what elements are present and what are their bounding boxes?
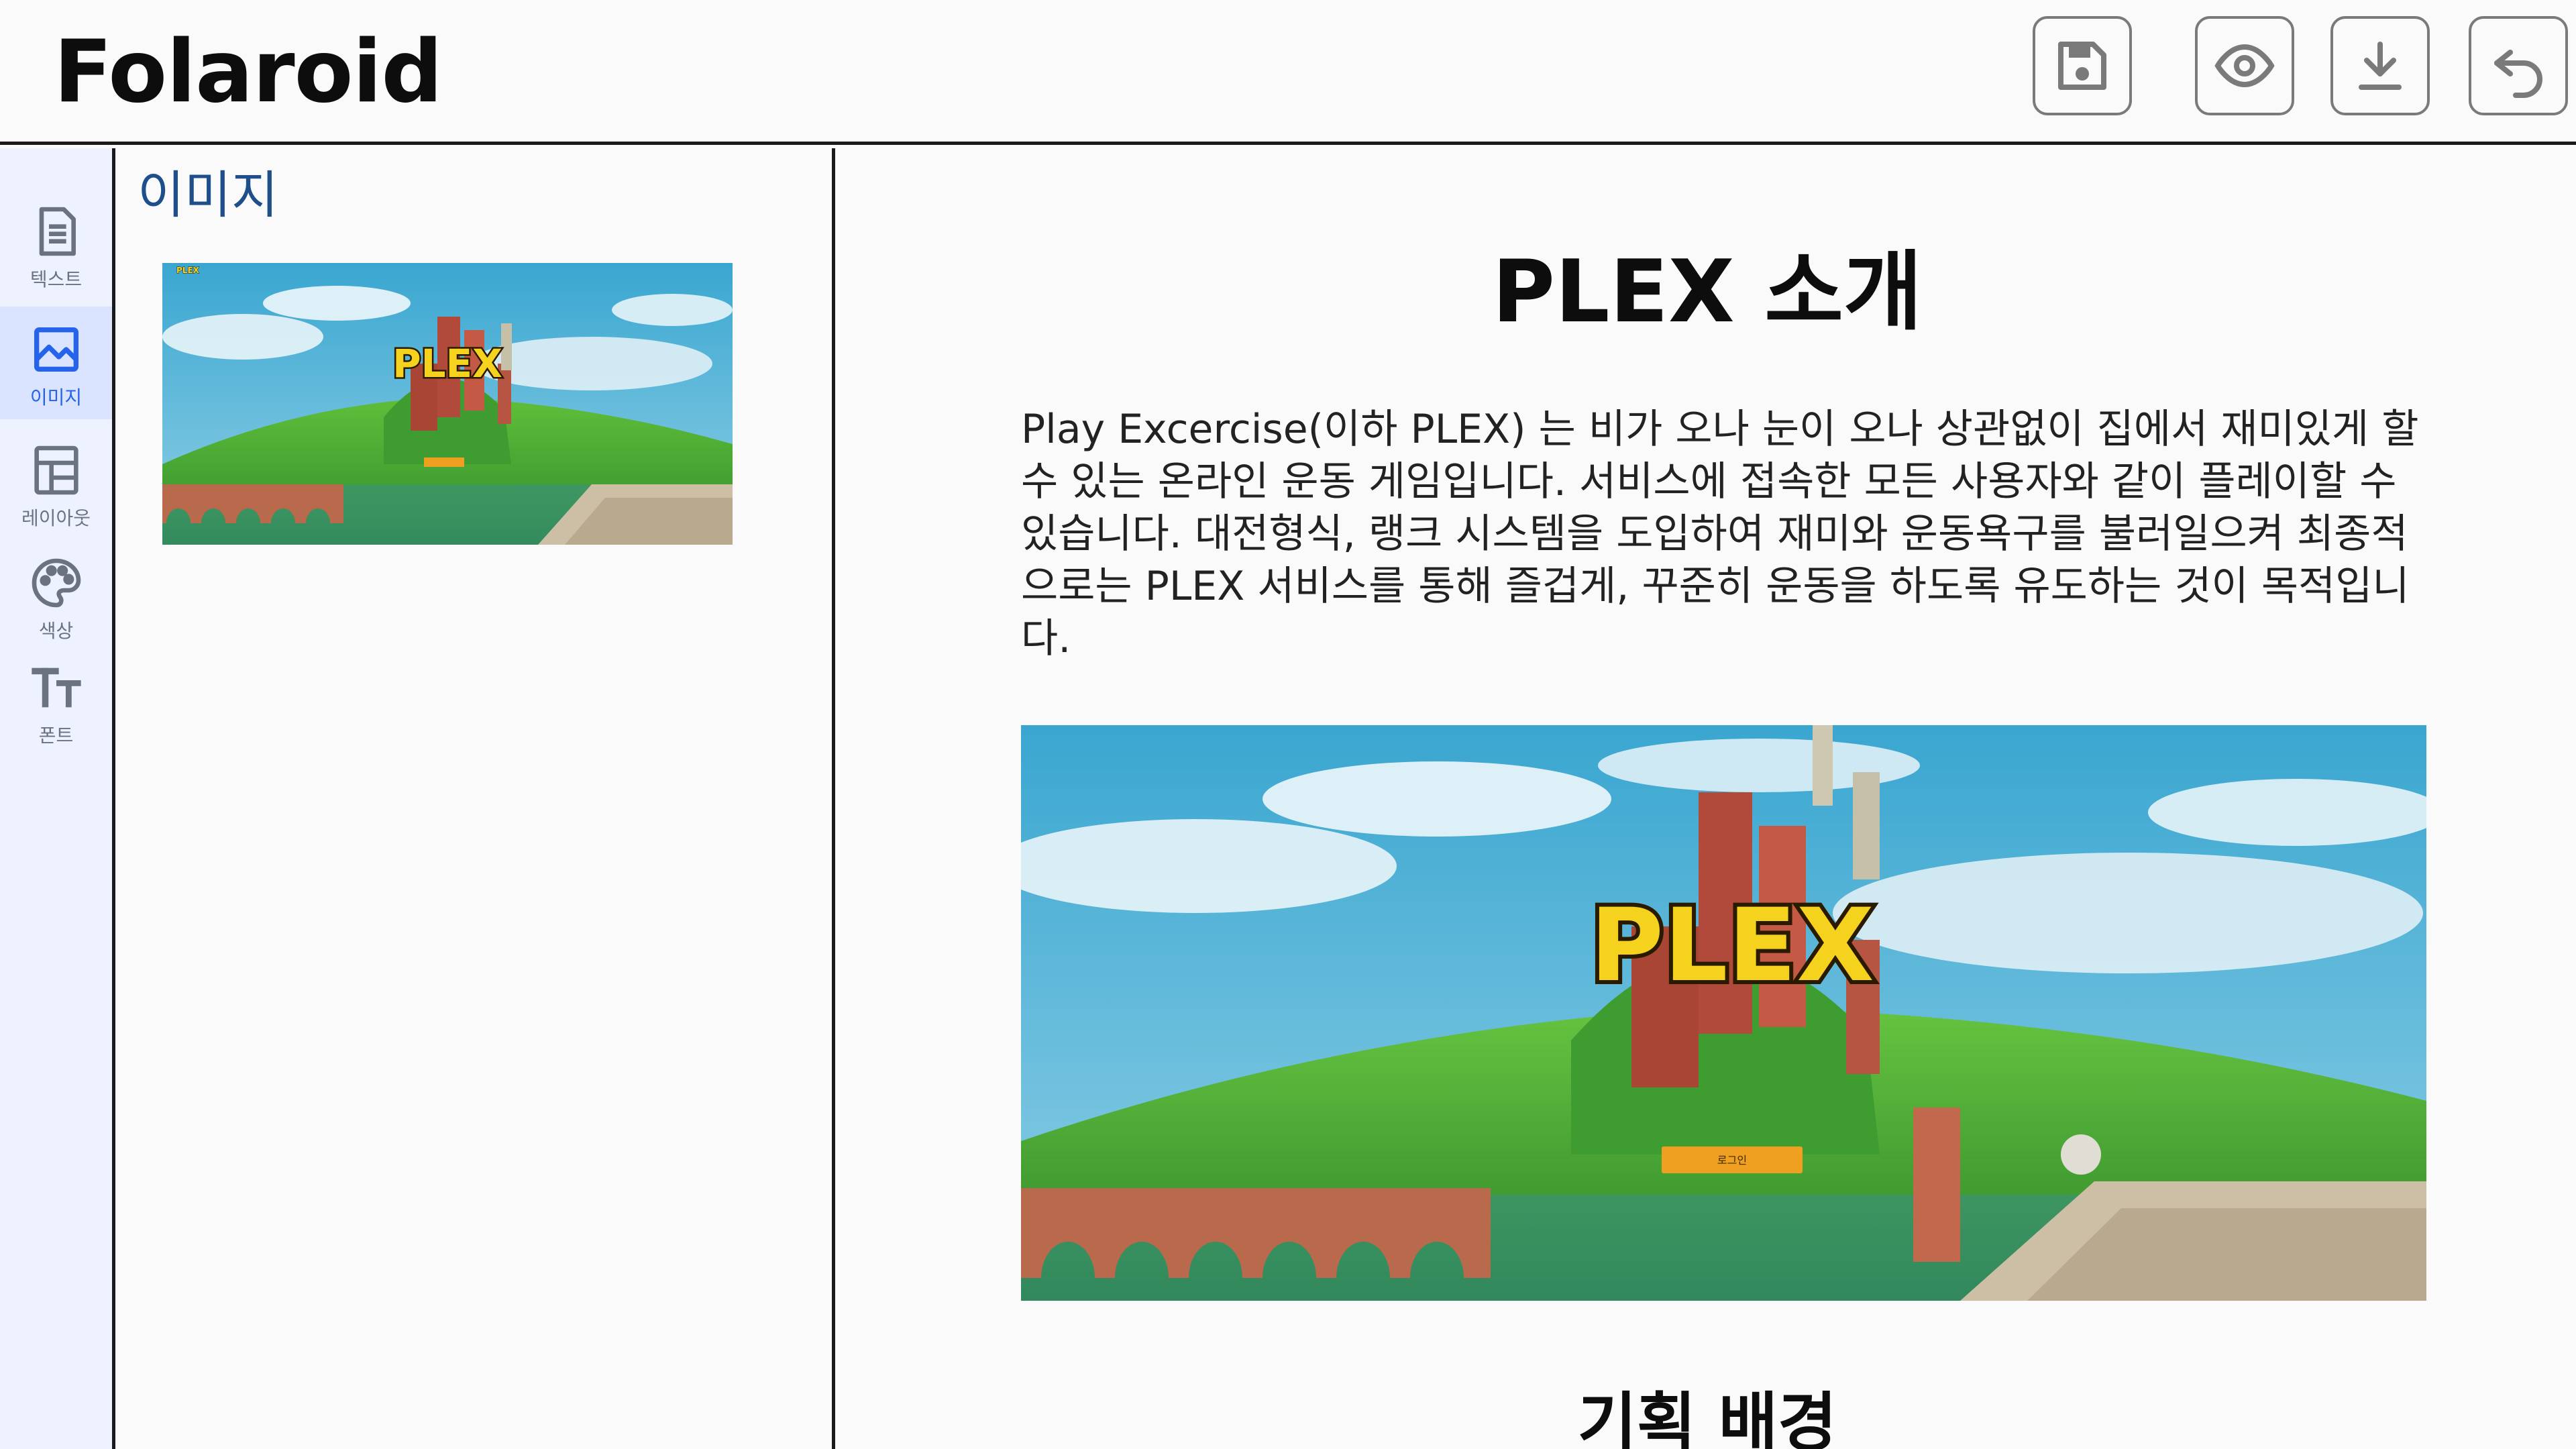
document-title[interactable]: PLEX 소개 (839, 242, 2576, 343)
sidebar-item-label: 폰트 (38, 724, 74, 747)
sidebar-item-color[interactable]: 색상 (0, 540, 112, 653)
preview-button[interactable] (2195, 16, 2294, 115)
image-icon (34, 327, 78, 372)
sidebar-item-image[interactable]: 이미지 (0, 307, 112, 419)
tool-sidebar: 텍스트 이미지 레이아웃 색상 폰트 (0, 148, 115, 1449)
document-canvas: PLEX 소개 Play Excercise(이하 PLEX) 는 비가 오나 … (839, 148, 2576, 1449)
panel-title: 이미지 (138, 165, 278, 225)
download-icon (2359, 42, 2402, 90)
back-button[interactable] (2469, 16, 2568, 115)
document-image[interactable]: 로그인 PLEX (1021, 725, 2426, 1301)
sidebar-item-text[interactable]: 텍스트 (0, 189, 112, 301)
document-body-text[interactable]: Play Excercise(이하 PLEX) 는 비가 오나 눈이 오나 상관… (1021, 403, 2436, 665)
layout-icon (34, 445, 78, 495)
sidebar-item-label: 이미지 (30, 386, 83, 409)
sidebar-item-font[interactable]: 폰트 (0, 645, 112, 757)
sidebar-item-label: 색상 (38, 620, 74, 642)
eye-icon (2214, 44, 2275, 88)
thumbnail-small-label: PLEX (176, 266, 200, 275)
thumbnail-logo: PLEX (392, 341, 502, 386)
sidebar-item-label: 레이아웃 (21, 507, 91, 529)
sidebar-item-layout[interactable]: 레이아웃 (0, 427, 112, 540)
font-icon (31, 667, 81, 708)
app-title: Folaroid (54, 22, 443, 122)
undo-arrow-icon (2494, 50, 2542, 98)
hero-logo: PLEX (1590, 888, 1874, 1004)
save-icon (2058, 42, 2106, 90)
plex-hero-image: 로그인 PLEX (1021, 725, 2426, 1301)
document-subtitle[interactable]: 기획 배경 (839, 1383, 2576, 1449)
save-button[interactable] (2033, 16, 2132, 115)
document-icon (39, 207, 76, 256)
hero-login-button-text: 로그인 (1717, 1154, 1747, 1167)
image-panel: 이미지 PLEX PLEX (119, 148, 835, 1449)
download-button[interactable] (2330, 16, 2430, 115)
top-bar: Folaroid (0, 0, 2576, 145)
palette-icon (32, 558, 80, 608)
plex-thumbnail-image: PLEX PLEX (162, 263, 733, 545)
image-thumbnail[interactable]: PLEX PLEX (162, 263, 733, 545)
sidebar-item-label: 텍스트 (30, 268, 83, 290)
